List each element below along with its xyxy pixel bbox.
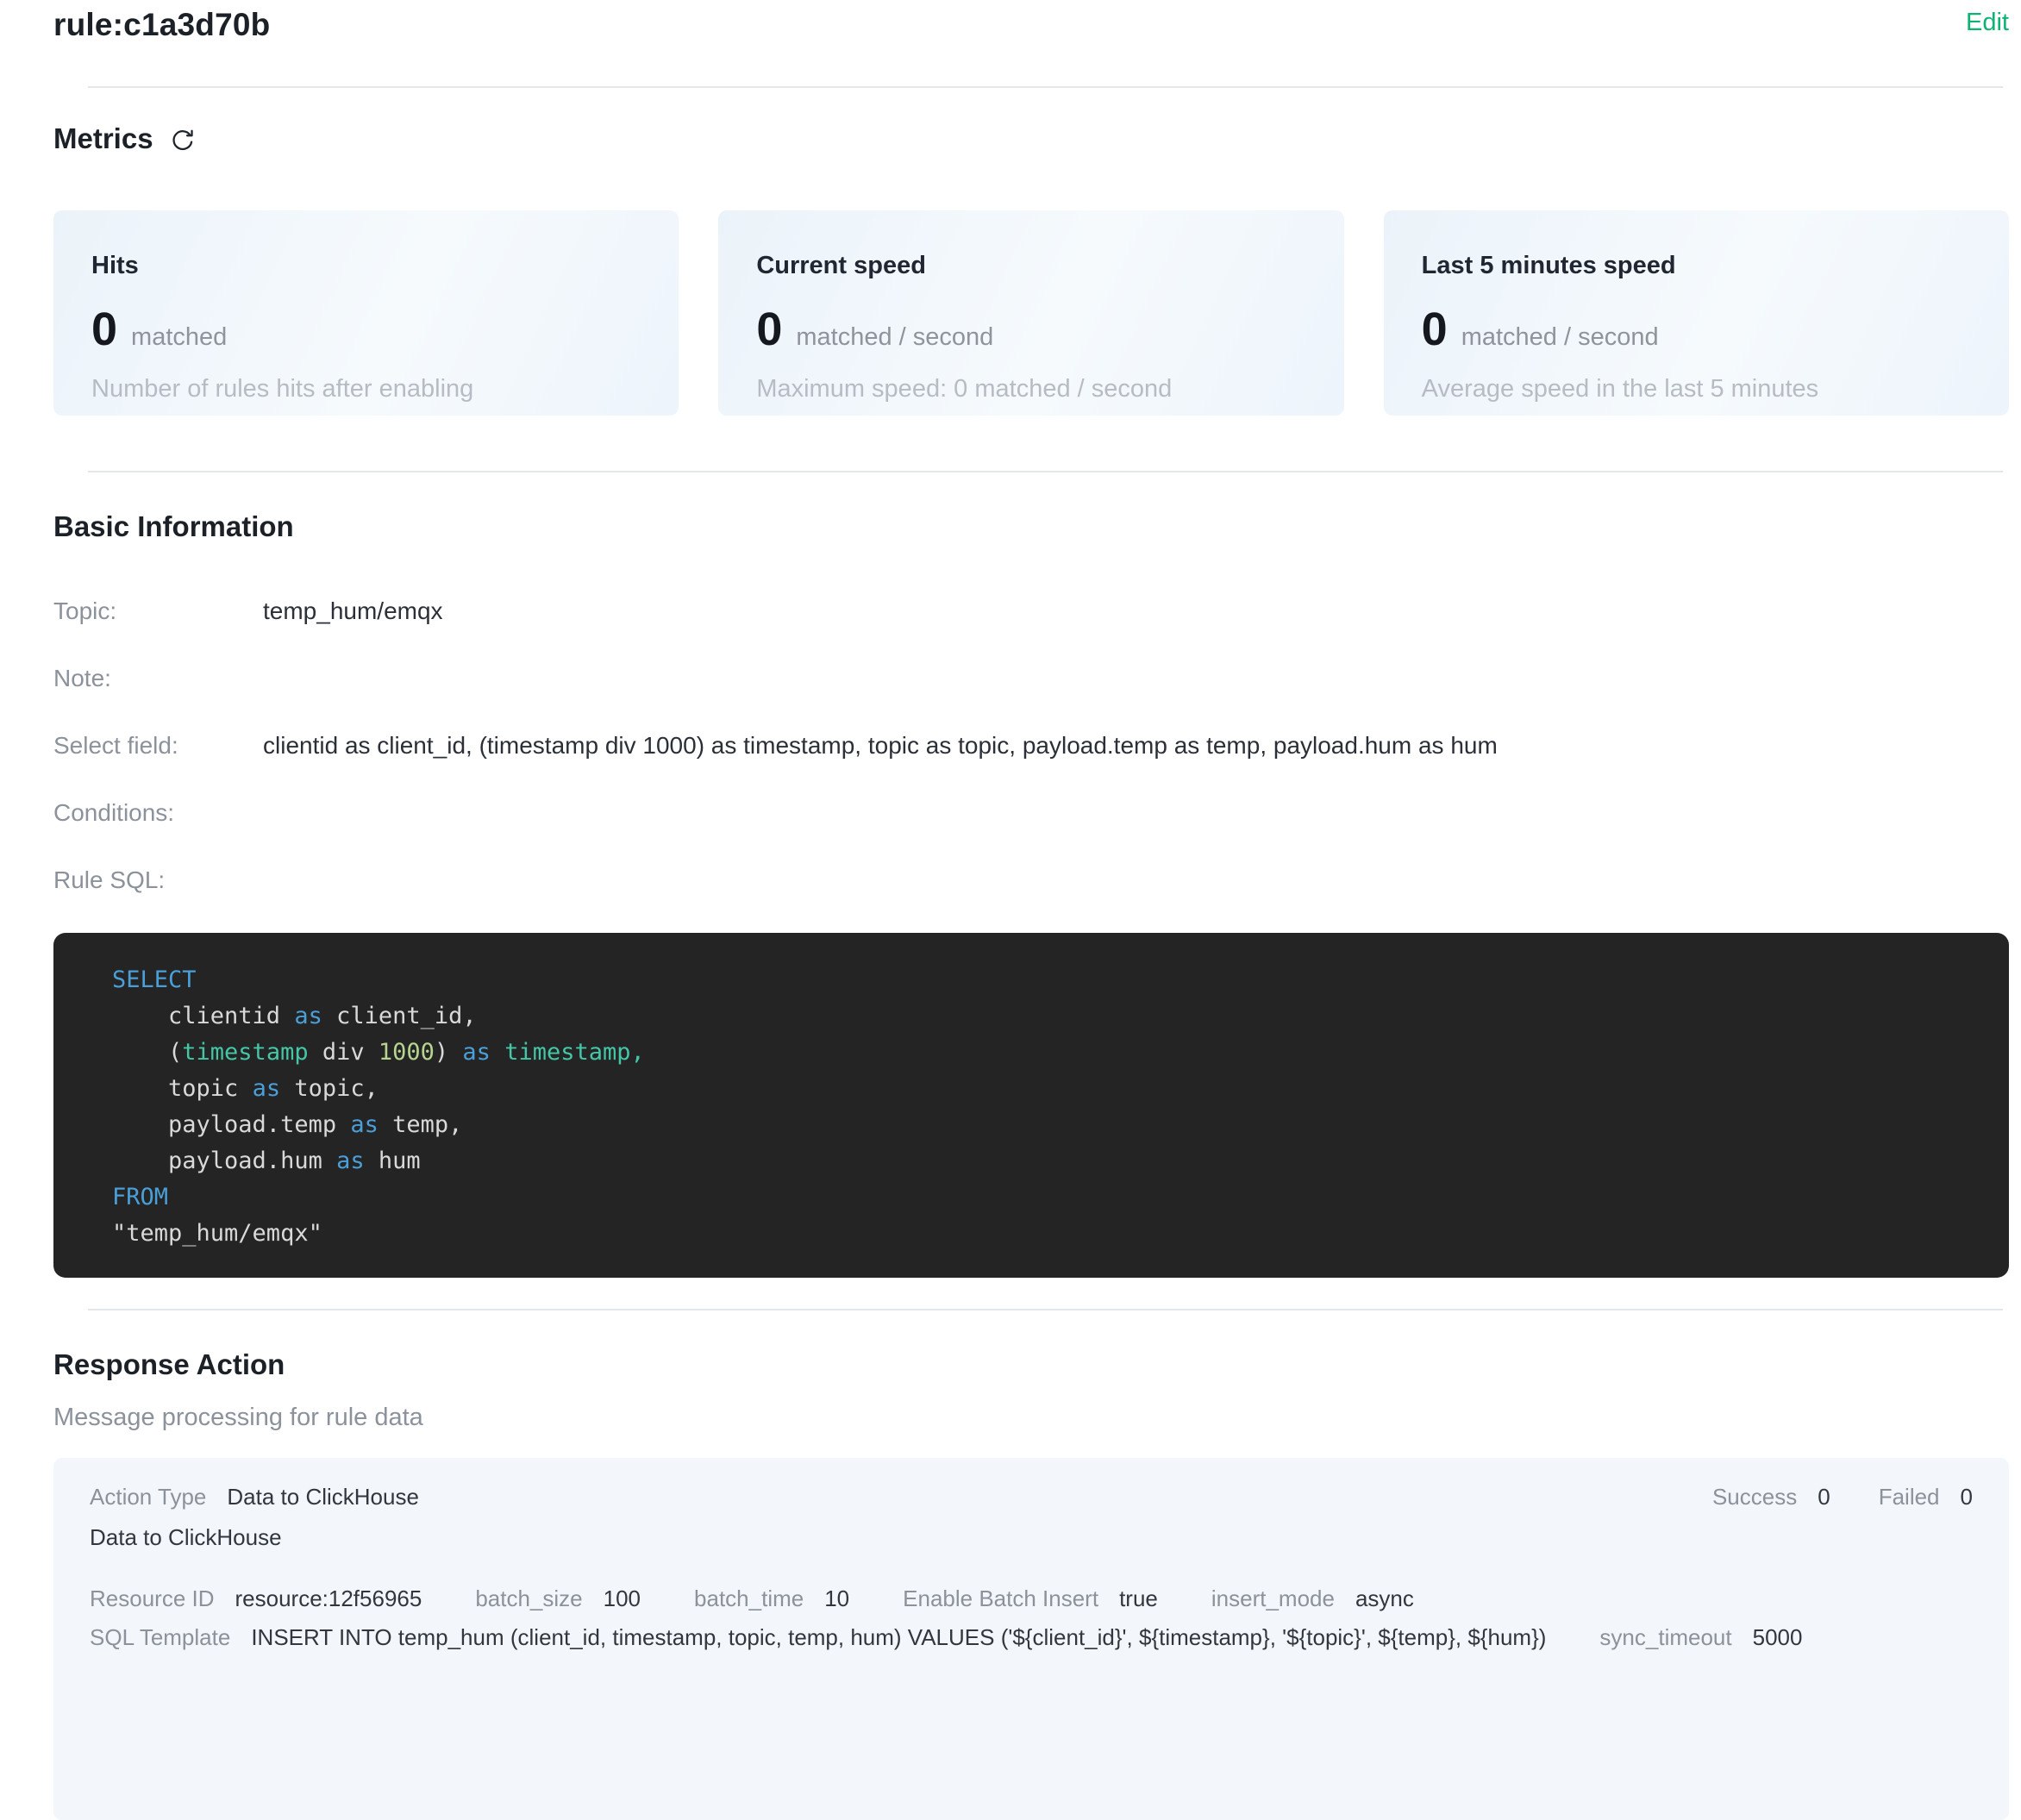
sql-code-line: "temp_hum/emqx": [112, 1216, 2009, 1252]
page-header: rule:c1a3d70b Edit: [53, 0, 2009, 43]
success-stat-value: 0: [1818, 1484, 1830, 1510]
metric-unit: matched / second: [796, 323, 993, 352]
metric-cards: Hits 0 matched Number of rules hits after e…: [53, 210, 2009, 416]
metric-value-row: 0 matched: [91, 306, 641, 353]
action-param-label: SQL Template: [90, 1624, 230, 1651]
metric-value-row: 0 matched / second: [756, 306, 1305, 353]
info-row-label: Rule SQL:: [53, 866, 263, 895]
metric-value: 0: [756, 306, 782, 353]
rule-sql-code-block: SELECT clientid as client_id, (timestamp…: [53, 933, 2009, 1278]
action-param-value: true: [1119, 1585, 1158, 1612]
action-name: Data to ClickHouse: [90, 1524, 1973, 1551]
info-row-value: temp_hum/emqx: [263, 597, 443, 626]
action-type-value: Data to ClickHouse: [227, 1484, 419, 1510]
action-param-label: sync_timeout: [1599, 1624, 1731, 1651]
section-divider: [88, 86, 2003, 88]
info-row-label: Topic:: [53, 597, 263, 626]
action-param-value: 5000: [1753, 1624, 1803, 1651]
action-param: Enable Batch Insert true: [903, 1585, 1158, 1612]
sql-code-line: clientid as client_id,: [112, 998, 2009, 1035]
action-param-value: resource:12f56965: [235, 1585, 422, 1612]
page-title: rule:c1a3d70b: [53, 7, 270, 43]
metric-description: Average speed in the last 5 minutes: [1422, 375, 1971, 403]
basic-information-section: Basic Information Topic:temp_hum/emqx Not…: [53, 510, 2009, 1278]
rule-detail-page: { "header": { "title": "rule:c1a3d70b", …: [0, 0, 2021, 1681]
sql-code-line: payload.temp as temp,: [112, 1107, 2009, 1143]
action-param-label: batch_time: [694, 1585, 804, 1612]
metric-value: 0: [91, 306, 117, 353]
metric-description: Maximum speed: 0 matched / second: [756, 375, 1305, 403]
action-type: Action Type Data to ClickHouse: [90, 1484, 419, 1510]
info-row: Topic:temp_hum/emqx: [53, 597, 2009, 626]
sql-code-line: FROM: [112, 1179, 2009, 1216]
metric-card-title: Current speed: [756, 252, 1305, 280]
action-param: Resource ID resource:12f56965: [90, 1585, 422, 1612]
metric-value-row: 0 matched / second: [1422, 306, 1971, 353]
action-param: insert_mode async: [1211, 1585, 1414, 1612]
metrics-title-row: Metrics: [53, 122, 2009, 155]
info-row-value: clientid as client_id, (timestamp div 10…: [263, 731, 1498, 760]
content: rule:c1a3d70b Edit Metrics Hits 0 matched N…: [0, 0, 2021, 1820]
action-param: sync_timeout 5000: [1599, 1624, 1802, 1651]
failed-stat-label: Failed: [1879, 1484, 1940, 1510]
metrics-heading: Metrics: [53, 122, 153, 155]
action-param-label: batch_size: [475, 1585, 582, 1612]
metric-card-title: Hits: [91, 252, 641, 280]
metric-card: Hits 0 matched Number of rules hits after e…: [53, 210, 679, 416]
basic-information-heading: Basic Information: [53, 510, 2009, 543]
action-card-top-row: Action Type Data to ClickHouse Success0F…: [90, 1484, 1973, 1510]
action-param-label: Enable Batch Insert: [903, 1585, 1098, 1612]
section-divider: [88, 1309, 2003, 1310]
info-row-label: Note:: [53, 664, 263, 693]
action-param-value: async: [1355, 1585, 1414, 1612]
sql-code-line: topic as topic,: [112, 1071, 2009, 1107]
action-param-value: INSERT INTO temp_hum (client_id, timesta…: [251, 1624, 1546, 1651]
info-row: Rule SQL:: [53, 866, 2009, 895]
action-params-row: Resource ID resource:12f56965 batch_size 10…: [90, 1585, 1973, 1612]
metric-card: Current speed 0 matched / second Maximum sp…: [718, 210, 1343, 416]
action-param-label: insert_mode: [1211, 1585, 1335, 1612]
success-stat: Success 0: [1712, 1484, 1830, 1510]
metric-description: Number of rules hits after enabling: [91, 375, 641, 403]
action-params-row: SQL Template INSERT INTO temp_hum (client…: [90, 1624, 1973, 1651]
response-action-heading: Response Action: [53, 1348, 2009, 1381]
metric-unit: matched / second: [1461, 323, 1659, 352]
basic-information-rows: Topic:temp_hum/emqx Note: Select field:cli…: [53, 597, 2009, 895]
refresh-icon[interactable]: [169, 127, 197, 154]
info-row: Select field:clientid as client_id, (tim…: [53, 731, 2009, 760]
success-stat-label: Success: [1712, 1484, 1797, 1510]
action-card: Action Type Data to ClickHouse Success0F…: [53, 1458, 2009, 1820]
action-param: SQL Template INSERT INTO temp_hum (client…: [90, 1624, 1546, 1651]
metric-card-title: Last 5 minutes speed: [1422, 252, 1971, 280]
metrics-section: Metrics Hits 0 matched Number of rules hits…: [53, 122, 2009, 416]
action-type-label: Action Type: [90, 1484, 206, 1510]
info-row: Conditions:: [53, 798, 2009, 828]
action-param: batch_size 100: [475, 1585, 641, 1612]
sql-code-line: SELECT: [112, 962, 2009, 998]
info-row-label: Conditions:: [53, 798, 263, 828]
metric-unit: matched: [131, 323, 227, 352]
response-action-section: Response Action Message processing for r…: [53, 1348, 2009, 1820]
info-row: Note:: [53, 664, 2009, 693]
sql-code-line: (timestamp div 1000) as timestamp,: [112, 1035, 2009, 1071]
metric-value: 0: [1422, 306, 1448, 353]
response-action-subtitle: Message processing for rule data: [53, 1404, 2009, 1432]
info-row-label: Select field:: [53, 731, 263, 760]
action-param-value: 100: [604, 1585, 641, 1612]
action-stats: Success 0 Failed 0: [1712, 1484, 1973, 1510]
failed-stat-value: 0: [1961, 1484, 1973, 1510]
action-param: batch_time 10: [694, 1585, 849, 1612]
failed-stat: Failed 0: [1879, 1484, 1973, 1510]
metric-card: Last 5 minutes speed 0 matched / second Ave…: [1384, 210, 2009, 416]
action-param-label: Resource ID: [90, 1585, 215, 1612]
edit-link[interactable]: Edit: [1966, 7, 2009, 37]
section-divider: [88, 471, 2003, 472]
sql-code-line: payload.hum as hum: [112, 1143, 2009, 1179]
action-param-value: 10: [824, 1585, 849, 1612]
